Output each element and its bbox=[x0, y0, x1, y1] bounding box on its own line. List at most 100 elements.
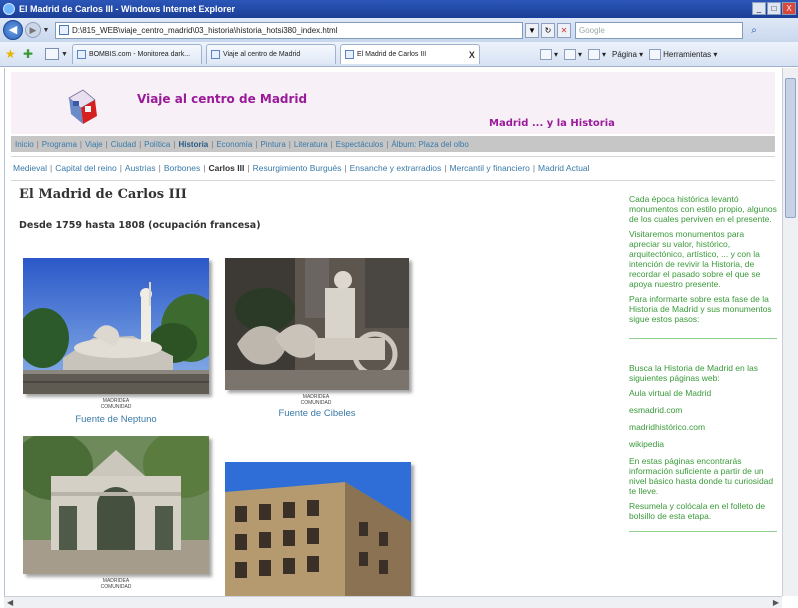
sidebar-intro-text: Visitaremos monumentos para apreciar su … bbox=[629, 229, 761, 289]
period-text: Desde 1759 hasta 1808 (ocupación frances… bbox=[19, 220, 261, 231]
sub-nav-item[interactable]: Mercantil y financiero bbox=[450, 163, 530, 173]
tab-close-button[interactable]: X bbox=[469, 50, 475, 60]
history-dropdown-icon[interactable]: ▼ bbox=[41, 27, 51, 34]
site-logo-icon bbox=[68, 89, 97, 124]
sidebar-divider bbox=[629, 531, 777, 532]
feeds-button[interactable]: ▾ bbox=[563, 48, 582, 60]
sidebar-intro-text: Cada época histórica levantó monumentos … bbox=[629, 194, 777, 224]
main-navigation: Inicio | Programa | Viaje | Ciudad | Política | Hi… bbox=[11, 136, 775, 152]
photo-fuente-neptuno[interactable] bbox=[23, 258, 209, 394]
back-button[interactable]: ◀ bbox=[3, 20, 23, 40]
scroll-left-icon[interactable]: ◀ bbox=[7, 598, 13, 607]
stop-button[interactable]: ✕ bbox=[557, 22, 571, 38]
sub-nav-item[interactable]: Medieval bbox=[13, 163, 47, 173]
photo-fuente-cibeles[interactable] bbox=[225, 258, 409, 390]
url-text: D:\815_WEB\viaje_centro_madrid\03_histor… bbox=[72, 25, 338, 35]
vertical-scrollbar[interactable] bbox=[782, 68, 798, 596]
sidebar-outro-text: En estas páginas encontrarás información… bbox=[629, 456, 774, 496]
main-nav-item[interactable]: Inicio bbox=[15, 140, 34, 149]
sidebar-search-intro: Busca la Historia de Madrid en las sigui… bbox=[629, 363, 758, 383]
search-icon[interactable]: ⌕ bbox=[745, 22, 763, 39]
nav-separator: | bbox=[105, 139, 108, 149]
main-nav-item[interactable]: Viaje bbox=[85, 140, 103, 149]
nav-separator: | bbox=[119, 163, 122, 173]
main-nav-item[interactable]: Ciudad bbox=[111, 140, 136, 149]
search-placeholder: Google bbox=[579, 25, 605, 35]
scrollbar-thumb[interactable] bbox=[785, 78, 796, 218]
link-wikipedia[interactable]: wikipedia bbox=[629, 439, 777, 449]
divider bbox=[11, 156, 775, 157]
nav-separator: | bbox=[255, 139, 258, 149]
maximize-button[interactable]: □ bbox=[767, 2, 781, 15]
nav-separator: | bbox=[158, 163, 161, 173]
nav-separator: | bbox=[344, 163, 347, 173]
sub-nav-item[interactable]: Borbones bbox=[164, 163, 200, 173]
tools-icon bbox=[649, 48, 662, 60]
print-button[interactable]: ▾ bbox=[587, 48, 606, 60]
page-heading: El Madrid de Carlos III bbox=[19, 187, 187, 202]
tools-menu-label: Herramientas bbox=[663, 49, 712, 59]
main-nav-item[interactable]: Economía bbox=[216, 140, 252, 149]
favorites-star-icon[interactable]: ★ bbox=[5, 48, 17, 60]
main-nav-item[interactable]: Política bbox=[144, 140, 170, 149]
photo-watermark: MADRIDEA COMUNIDAD bbox=[100, 578, 132, 590]
nav-separator: | bbox=[444, 163, 447, 173]
sub-nav-item[interactable]: Resurgimiento Burgués bbox=[253, 163, 342, 173]
forward-button[interactable]: ▶ bbox=[25, 22, 41, 38]
tab-carlos-iii[interactable]: El Madrid de Carlos III X bbox=[339, 44, 480, 64]
main-nav-item[interactable]: Literatura bbox=[294, 140, 328, 149]
sub-nav-item[interactable]: Austrias bbox=[125, 163, 156, 173]
sub-nav-item[interactable]: Capital del reino bbox=[55, 163, 116, 173]
photo-caption[interactable]: Fuente de Neptuno bbox=[23, 414, 209, 425]
nav-separator: | bbox=[386, 139, 389, 149]
link-esmadrid[interactable]: esmadrid.com bbox=[629, 405, 777, 415]
window-title-bar: El Madrid de Carlos III - Windows Intern… bbox=[0, 0, 798, 18]
feeds-icon bbox=[563, 48, 576, 60]
cibeles-image bbox=[225, 258, 409, 390]
link-aula-virtual[interactable]: Aula virtual de Madrid bbox=[629, 388, 777, 398]
main-nav-item[interactable]: Espectáculos bbox=[336, 140, 384, 149]
photo-puerta[interactable] bbox=[23, 436, 209, 574]
url-field[interactable]: D:\815_WEB\viaje_centro_madrid\03_histor… bbox=[55, 21, 523, 39]
scroll-right-icon[interactable]: ▶ bbox=[773, 598, 779, 607]
add-favorites-icon[interactable]: ✚ bbox=[23, 48, 35, 60]
window-controls: _ □ X bbox=[752, 2, 796, 15]
sub-nav-item[interactable]: Carlos III bbox=[208, 163, 244, 173]
page-menu[interactable]: Página ▾ bbox=[612, 50, 643, 59]
nav-separator: | bbox=[211, 139, 214, 149]
print-icon bbox=[587, 48, 600, 60]
search-input[interactable]: Google bbox=[575, 21, 743, 39]
quick-tabs-icon[interactable] bbox=[45, 48, 59, 60]
tab-bombis[interactable]: BOMBIS.com - Monitorea dark... bbox=[71, 44, 202, 64]
sub-nav-item[interactable]: Ensanche y extrarradios bbox=[350, 163, 442, 173]
sub-nav-item[interactable]: Madrid Actual bbox=[538, 163, 590, 173]
nav-separator: | bbox=[173, 139, 176, 149]
photo-edificio[interactable] bbox=[225, 462, 411, 596]
nav-separator: | bbox=[247, 163, 250, 173]
page-menu-label: Página bbox=[611, 49, 637, 59]
refresh-button[interactable]: ↻ bbox=[541, 22, 555, 38]
tools-menu[interactable]: Herramientas ▾ bbox=[649, 48, 717, 60]
tab-page-icon bbox=[76, 50, 86, 59]
nav-separator: | bbox=[36, 139, 39, 149]
sidebar-intro-text: Para informarte sobre esta fase de la Hi… bbox=[629, 294, 772, 324]
photo-caption[interactable]: Fuente de Cibeles bbox=[225, 408, 409, 419]
tab-list-dropdown-icon[interactable]: ▼ bbox=[61, 51, 68, 58]
main-nav-item[interactable]: Pintura bbox=[260, 140, 285, 149]
main-nav-item[interactable]: Álbum: Plaza del olbo bbox=[391, 140, 468, 149]
nav-separator: | bbox=[203, 163, 206, 173]
home-button[interactable]: ▾ bbox=[539, 48, 558, 60]
tab-page-icon bbox=[344, 50, 354, 59]
main-nav-item[interactable]: Historia bbox=[178, 140, 208, 149]
close-window-button[interactable]: X bbox=[782, 2, 796, 15]
horizontal-scrollbar[interactable]: ◀ ▶ bbox=[4, 596, 782, 608]
sidebar-outro-text: Resumela y colócala en el folleto de bol… bbox=[629, 501, 766, 521]
main-nav-item[interactable]: Programa bbox=[42, 140, 77, 149]
link-madridhistorico[interactable]: madridhistórico.com bbox=[629, 422, 777, 432]
nav-separator: | bbox=[330, 139, 333, 149]
url-dropdown-button[interactable]: ▼ bbox=[525, 22, 539, 38]
tab-viaje[interactable]: Viaje al centro de Madrid bbox=[205, 44, 336, 64]
minimize-button[interactable]: _ bbox=[752, 2, 766, 15]
address-bar: ◀ ▶ ▼ D:\815_WEB\viaje_centro_madrid\03_… bbox=[0, 18, 798, 42]
nav-separator: | bbox=[532, 163, 536, 173]
